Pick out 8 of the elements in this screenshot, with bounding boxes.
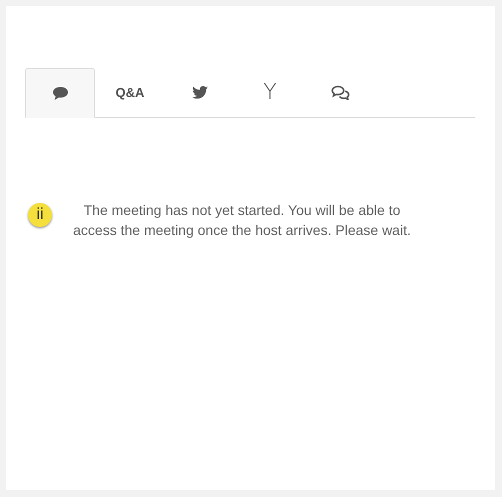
notice-message: The meeting has not yet started. You will be able to access the meeting once the host arrives. Please wait. <box>72 201 412 240</box>
info-badge: ii <box>28 203 52 227</box>
speech-bubbles-icon <box>330 85 350 100</box>
chat-bubble-icon <box>52 86 68 100</box>
tab[interactable] <box>25 68 95 118</box>
bird-icon <box>192 86 208 99</box>
tab[interactable]: Y <box>235 68 305 118</box>
tab[interactable]: Q&A <box>95 68 165 118</box>
